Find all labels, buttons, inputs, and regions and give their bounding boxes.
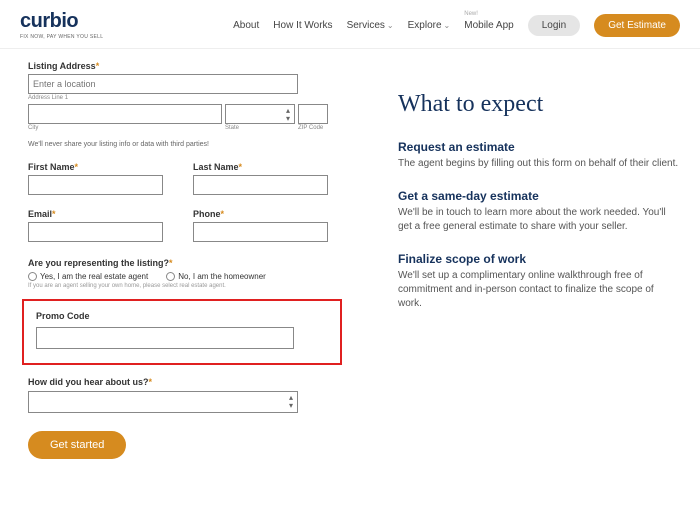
main-content: Listing Address* Address Line 1 City ▴▾ …: [0, 49, 700, 469]
radio-icon: [28, 272, 37, 281]
login-button[interactable]: Login: [528, 15, 580, 36]
address-line-sublabel: Address Line 1: [28, 95, 328, 101]
nav-about[interactable]: About: [233, 20, 259, 31]
nav-mobile-app[interactable]: New!Mobile App: [464, 20, 513, 31]
representing-label: Are you representing the listing?*: [28, 258, 328, 268]
zip-input[interactable]: [298, 104, 328, 124]
listing-address-label: Listing Address*: [28, 61, 328, 71]
last-name-label: Last Name*: [193, 162, 328, 172]
chevron-down-icon: ⌄: [444, 21, 451, 30]
logo-subtitle: FIX NOW, PAY WHEN YOU SELL: [20, 34, 103, 40]
new-badge: New!: [464, 11, 478, 17]
select-arrows-icon: ▴▾: [289, 394, 293, 410]
first-name-input[interactable]: [28, 175, 163, 195]
section-2-title: Get a same-day estimate: [398, 189, 680, 203]
state-sublabel: State: [225, 125, 295, 131]
promo-code-input[interactable]: [36, 327, 294, 349]
logo-text: curbio: [20, 10, 78, 32]
city-input[interactable]: [28, 104, 222, 124]
first-name-label: First Name*: [28, 162, 163, 172]
zip-sublabel: ZIP Code: [298, 125, 328, 131]
listing-address-input[interactable]: [28, 74, 298, 94]
section-2-text: We'll be in touch to learn more about th…: [398, 206, 680, 234]
hear-about-label: How did you hear about us?*: [28, 377, 328, 387]
last-name-input[interactable]: [193, 175, 328, 195]
info-column: What to expect Request an estimate The a…: [368, 61, 680, 459]
nav-how-it-works[interactable]: How It Works: [273, 20, 332, 31]
section-1-title: Request an estimate: [398, 140, 680, 154]
radio-icon: [166, 272, 175, 281]
city-sublabel: City: [28, 125, 222, 131]
radio-homeowner-label: No, I am the homeowner: [178, 272, 266, 281]
location-row: City ▴▾ State ZIP Code: [28, 104, 328, 131]
representing-hint: If you are an agent selling your own hom…: [28, 283, 328, 289]
form-column: Listing Address* Address Line 1 City ▴▾ …: [28, 61, 328, 459]
email-input[interactable]: [28, 222, 163, 242]
hear-about-select[interactable]: ▴▾: [28, 391, 298, 413]
select-arrows-icon: ▴▾: [286, 107, 290, 123]
promo-code-label: Promo Code: [36, 311, 328, 321]
state-select[interactable]: ▴▾: [225, 104, 295, 124]
radio-agent-label: Yes, I am the real estate agent: [40, 272, 148, 281]
email-label: Email*: [28, 209, 163, 219]
phone-input[interactable]: [193, 222, 328, 242]
top-nav: About How It Works Services⌄ Explore⌄ Ne…: [233, 14, 680, 37]
radio-agent[interactable]: Yes, I am the real estate agent: [28, 272, 148, 281]
get-started-button[interactable]: Get started: [28, 431, 126, 459]
nav-services-label: Services: [347, 20, 385, 31]
nav-explore[interactable]: Explore⌄: [408, 20, 451, 31]
header: curbio FIX NOW, PAY WHEN YOU SELL About …: [0, 0, 700, 49]
privacy-hint: We'll never share your listing info or d…: [28, 141, 328, 148]
chevron-down-icon: ⌄: [387, 21, 394, 30]
phone-label: Phone*: [193, 209, 328, 219]
section-3-title: Finalize scope of work: [398, 252, 680, 266]
logo[interactable]: curbio FIX NOW, PAY WHEN YOU SELL: [20, 10, 103, 40]
section-1-text: The agent begins by filling out this for…: [398, 157, 680, 171]
get-estimate-button[interactable]: Get Estimate: [594, 14, 680, 37]
nav-mobile-label: Mobile App: [464, 20, 513, 31]
nav-explore-label: Explore: [408, 20, 442, 31]
promo-code-highlight: Promo Code: [22, 299, 342, 365]
nav-services[interactable]: Services⌄: [347, 20, 394, 31]
what-to-expect-title: What to expect: [398, 91, 680, 118]
section-3-text: We'll set up a complimentary online walk…: [398, 269, 680, 311]
radio-homeowner[interactable]: No, I am the homeowner: [166, 272, 266, 281]
